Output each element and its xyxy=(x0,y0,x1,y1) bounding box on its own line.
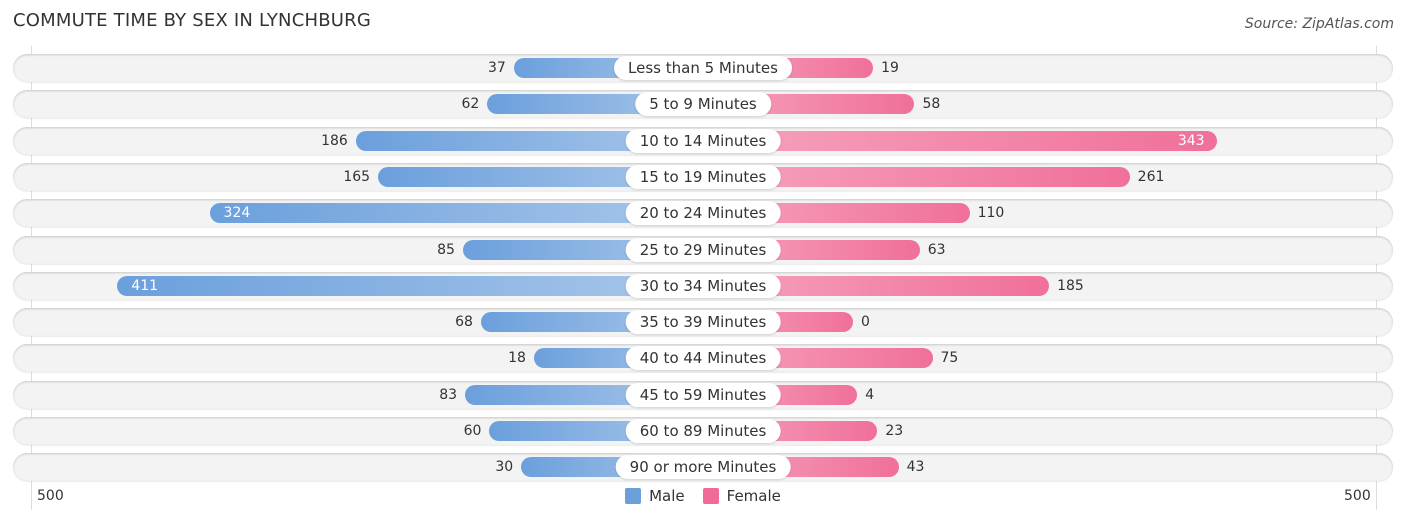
value-label-female: 261 xyxy=(1137,168,1165,185)
legend-label-female: Female xyxy=(726,487,781,505)
category-label: 10 to 14 Minutes xyxy=(625,128,781,153)
value-label-male: 165 xyxy=(343,168,371,185)
value-label-male: 85 xyxy=(437,241,455,258)
legend-item-female: Female xyxy=(702,487,781,505)
legend-swatch-male xyxy=(625,488,642,504)
category-label: 35 to 39 Minutes xyxy=(625,310,781,335)
value-label-female: 185 xyxy=(1057,277,1084,294)
category-label: Less than 5 Minutes xyxy=(614,56,792,80)
category-label: 45 to 59 Minutes xyxy=(625,382,781,407)
category-label: 25 to 29 Minutes xyxy=(625,237,781,262)
value-label-male: 37 xyxy=(487,60,506,76)
value-label-male: 83 xyxy=(439,386,458,403)
value-label-female: 43 xyxy=(906,459,925,476)
value-label-female: 343 xyxy=(1177,132,1205,149)
value-label-female: 110 xyxy=(977,205,1005,222)
legend-label-male: Male xyxy=(649,487,685,505)
value-label-female: 58 xyxy=(922,96,941,113)
source-label: Source: ZipAtlas.com xyxy=(1244,16,1394,32)
value-label-female: 4 xyxy=(865,386,875,403)
bar-male xyxy=(117,275,703,296)
value-label-female: 75 xyxy=(940,350,959,367)
value-label-female: 19 xyxy=(881,60,899,76)
category-label: 5 to 9 Minutes xyxy=(635,92,771,117)
value-label-male: 186 xyxy=(321,132,348,149)
value-label-male: 62 xyxy=(461,96,480,113)
category-label: 30 to 34 Minutes xyxy=(625,273,781,298)
category-label: 40 to 44 Minutes xyxy=(625,346,781,371)
chart-title: COMMUTE TIME BY SEX IN LYNCHBURG xyxy=(13,10,371,31)
category-label: 20 to 24 Minutes xyxy=(625,201,781,226)
category-label: 15 to 19 Minutes xyxy=(625,164,781,189)
legend-swatch-female xyxy=(702,488,719,504)
value-label-male: 30 xyxy=(495,459,514,476)
value-label-male: 411 xyxy=(131,277,159,294)
value-label-female: 0 xyxy=(861,314,870,331)
legend-item-male: Male xyxy=(625,487,685,505)
value-label-female: 63 xyxy=(927,241,946,258)
value-label-male: 324 xyxy=(223,205,251,222)
value-label-male: 60 xyxy=(463,423,482,439)
value-label-female: 23 xyxy=(885,423,904,439)
legend: Male Female xyxy=(0,487,1406,505)
value-label-male: 68 xyxy=(455,314,473,331)
value-label-male: 18 xyxy=(508,350,526,367)
category-label: 60 to 89 Minutes xyxy=(625,419,781,443)
category-label: 90 or more Minutes xyxy=(615,455,791,480)
